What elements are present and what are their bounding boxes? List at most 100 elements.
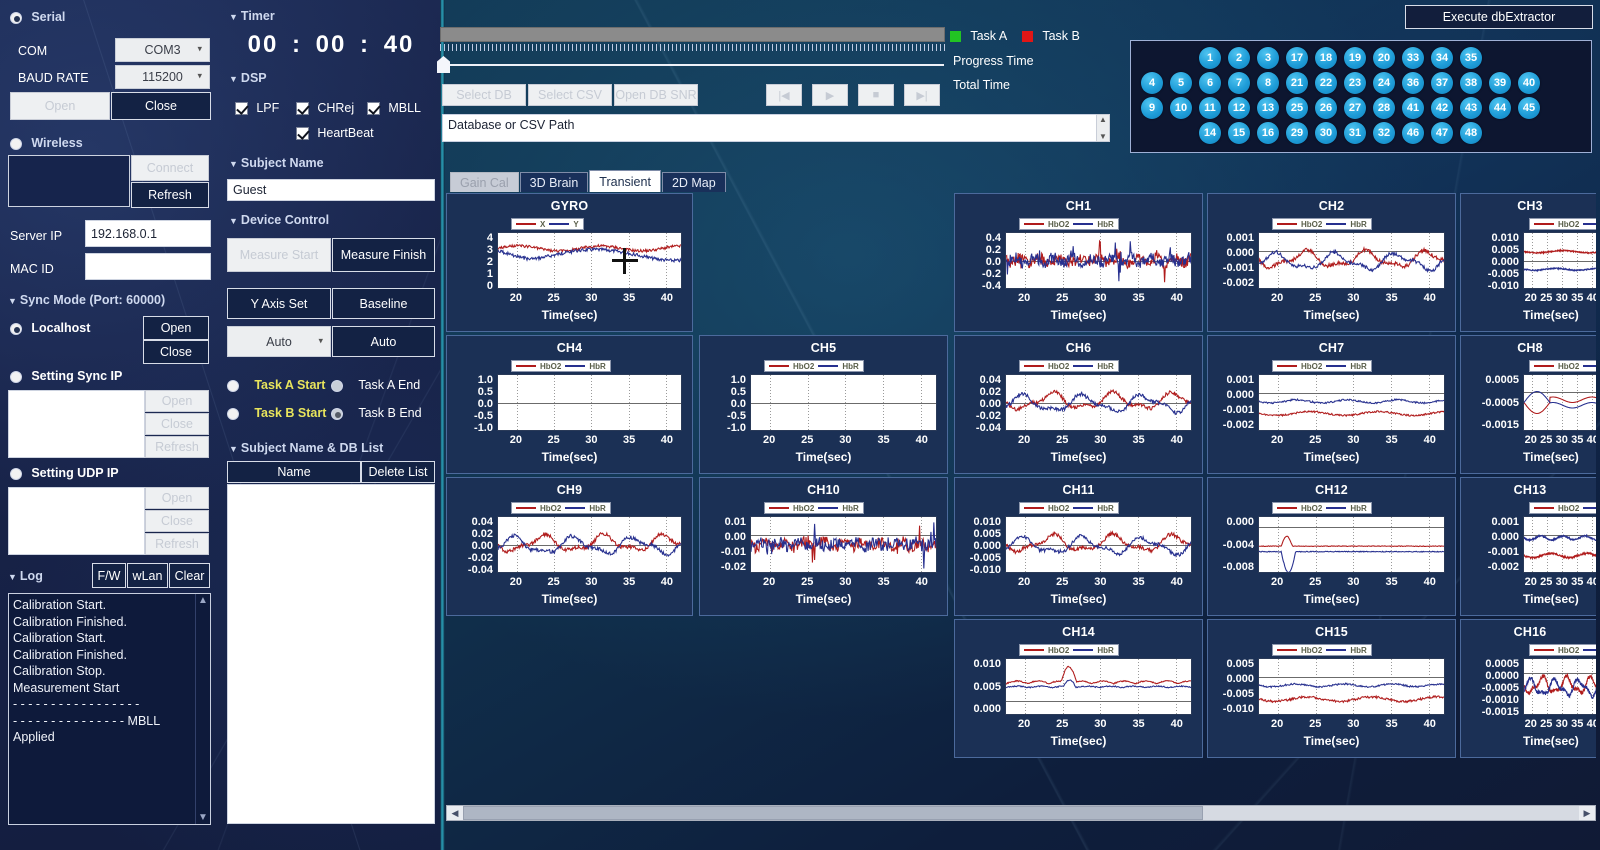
setting-udp-ip-option[interactable]: Setting UDP IP bbox=[10, 466, 119, 480]
heartbeat-checkbox-row[interactable]: HeartBeat bbox=[296, 126, 374, 141]
channel-chip-17[interactable]: 17 bbox=[1286, 47, 1308, 69]
subject-name-input[interactable]: Guest bbox=[227, 179, 435, 201]
transport-stop-button[interactable]: ■ bbox=[858, 84, 894, 106]
channel-chip-46[interactable]: 46 bbox=[1402, 122, 1424, 144]
channel-chip-8[interactable]: 8 bbox=[1257, 72, 1279, 94]
channel-chip-23[interactable]: 23 bbox=[1344, 72, 1366, 94]
select-db-button[interactable]: Select DB bbox=[442, 84, 526, 106]
channel-chip-31[interactable]: 31 bbox=[1344, 122, 1366, 144]
chart-cell-ch1[interactable]: CH1 0.4 0.2 0.0 -0.2 -0.4 HbO2 HbR 20 25 30 35 40 Tim… bbox=[954, 193, 1203, 332]
udp-close-button[interactable]: Close bbox=[145, 510, 209, 532]
measure-finish-button[interactable]: Measure Finish bbox=[332, 238, 435, 272]
heartbeat-checkbox[interactable] bbox=[296, 127, 309, 141]
time-slider-track[interactable] bbox=[441, 64, 944, 66]
scroll-up-icon[interactable]: ▲ bbox=[196, 594, 210, 607]
log-clear-button[interactable]: Clear bbox=[169, 563, 210, 588]
channel-chip-40[interactable]: 40 bbox=[1518, 72, 1540, 94]
transport-play-button[interactable]: ▶ bbox=[812, 84, 848, 106]
channel-chip-34[interactable]: 34 bbox=[1431, 47, 1453, 69]
channel-chip-47[interactable]: 47 bbox=[1431, 122, 1453, 144]
tab-2d-map[interactable]: 2D Map bbox=[661, 172, 726, 192]
db-name-button[interactable]: Name bbox=[227, 461, 361, 483]
chart-cell-ch15[interactable]: CH15 0.005 0.000 -0.005 -0.010 HbO2 HbR 20 25 30 3… bbox=[1207, 619, 1456, 758]
serial-radio[interactable] bbox=[10, 11, 22, 24]
timer-header[interactable]: ▼ Timer bbox=[229, 9, 275, 23]
measure-start-button[interactable]: Measure Start bbox=[227, 238, 331, 272]
udp-open-button[interactable]: Open bbox=[145, 487, 209, 509]
localhost-option[interactable]: Localhost bbox=[10, 321, 90, 335]
channel-chip-12[interactable]: 12 bbox=[1228, 97, 1250, 119]
chart-cell-ch12[interactable]: CH12 0.000 -0.004 -0.008 HbO2 HbR 20 25 30 35 40 Ti… bbox=[1207, 477, 1456, 616]
transport-first-button[interactable]: |◀ bbox=[766, 84, 802, 106]
sync-close-button[interactable]: Close bbox=[145, 413, 209, 435]
task-b-end-option[interactable]: Task B End bbox=[331, 406, 422, 420]
task-a-start-radio[interactable] bbox=[227, 379, 239, 392]
wireless-radio[interactable] bbox=[10, 137, 22, 150]
channel-chip-21[interactable]: 21 bbox=[1286, 72, 1308, 94]
channel-chip-25[interactable]: 25 bbox=[1286, 97, 1308, 119]
task-a-start-option[interactable]: Task A Start bbox=[227, 378, 325, 392]
chart-cell-ch14[interactable]: CH14 0.010 0.005 0.000 HbO2 HbR 20 25 30 35 40 Time… bbox=[954, 619, 1203, 758]
chart-cell-ch16[interactable]: CH16 0.0005 0.0000 -0.0005 -0.0010 -0.0015 HbO… bbox=[1460, 619, 1596, 758]
mac-id-input[interactable] bbox=[85, 253, 211, 280]
channel-chip-13[interactable]: 13 bbox=[1257, 97, 1279, 119]
chart-cell-ch7[interactable]: CH7 0.001 0.000 -0.001 -0.002 HbO2 HbR 20 25 30 35… bbox=[1207, 335, 1456, 474]
channel-chip-43[interactable]: 43 bbox=[1460, 97, 1482, 119]
spin-down-icon[interactable]: ▼ bbox=[1099, 132, 1107, 141]
serial-open-button[interactable]: Open bbox=[10, 92, 110, 120]
channel-chip-2[interactable]: 2 bbox=[1228, 47, 1250, 69]
channel-chip-20[interactable]: 20 bbox=[1373, 47, 1395, 69]
db-delete-list-button[interactable]: Delete List bbox=[361, 461, 435, 483]
chart-cell-ch6[interactable]: CH6 0.04 0.02 0.00 -0.02 -0.04 HbO2 HbR 20 25 30 35… bbox=[954, 335, 1203, 474]
chart-cell-ch2[interactable]: CH2 0.001 0.000 -0.001 -0.002 HbO2 HbR 20 25 30 35… bbox=[1207, 193, 1456, 332]
setting-sync-ip-radio[interactable] bbox=[10, 370, 22, 383]
chart-cell-ch4[interactable]: CH4 1.0 0.5 0.0 -0.5 -1.0 HbO2 HbR 20 25 30 35 40 Tim… bbox=[446, 335, 693, 474]
task-a-end-option[interactable]: Task A End bbox=[331, 378, 420, 392]
localhost-radio[interactable] bbox=[10, 322, 22, 335]
lpf-checkbox-row[interactable]: LPF bbox=[235, 101, 279, 116]
sync-ip-list[interactable] bbox=[8, 390, 145, 458]
wireless-device-list[interactable] bbox=[8, 155, 130, 207]
wireless-refresh-button[interactable]: Refresh bbox=[131, 182, 209, 208]
channel-chip-29[interactable]: 29 bbox=[1286, 122, 1308, 144]
setting-udp-ip-radio[interactable] bbox=[10, 467, 22, 480]
channel-chip-9[interactable]: 9 bbox=[1141, 97, 1163, 119]
y-axis-mode-select[interactable]: Auto ▾ bbox=[227, 326, 331, 357]
channel-chip-3[interactable]: 3 bbox=[1257, 47, 1279, 69]
udp-ip-list[interactable] bbox=[8, 487, 145, 555]
chrej-checkbox[interactable] bbox=[296, 102, 309, 116]
setting-sync-ip-option[interactable]: Setting Sync IP bbox=[10, 369, 122, 383]
channel-chip-28[interactable]: 28 bbox=[1373, 97, 1395, 119]
channel-chip-1[interactable]: 1 bbox=[1199, 47, 1221, 69]
wireless-section-header[interactable]: Wireless bbox=[10, 136, 83, 150]
channel-chip-16[interactable]: 16 bbox=[1257, 122, 1279, 144]
channel-chip-32[interactable]: 32 bbox=[1373, 122, 1395, 144]
chart-cell-ch3[interactable]: CH3 0.0100.0050.000-0.005-0.010 HbO2HbR 202… bbox=[1460, 193, 1596, 332]
channel-chip-41[interactable]: 41 bbox=[1402, 97, 1424, 119]
baud-rate-select[interactable]: 115200 ▾ bbox=[115, 65, 210, 89]
subject-name-header[interactable]: ▼ Subject Name bbox=[229, 156, 324, 170]
localhost-open-button[interactable]: Open bbox=[143, 316, 209, 340]
dsp-header[interactable]: ▼ DSP bbox=[229, 71, 267, 85]
serial-close-button[interactable]: Close bbox=[111, 92, 211, 120]
channel-chip-48[interactable]: 48 bbox=[1460, 122, 1482, 144]
task-a-end-radio[interactable] bbox=[331, 379, 343, 392]
channel-chip-27[interactable]: 27 bbox=[1344, 97, 1366, 119]
db-subject-list[interactable] bbox=[227, 484, 435, 824]
scroll-left-icon[interactable]: ◀ bbox=[447, 806, 463, 820]
log-fw-button[interactable]: F/W bbox=[92, 563, 126, 588]
chart-cell-ch9[interactable]: CH9 0.04 0.02 0.00 -0.02 -0.04 HbO2 HbR 20 25 30 35… bbox=[446, 477, 693, 616]
chart-cell-ch13[interactable]: CH13 0.001 0.000 -0.001 -0.002 HbO2HbR 2025303… bbox=[1460, 477, 1596, 616]
scroll-down-icon[interactable]: ▼ bbox=[196, 811, 210, 824]
channel-chip-45[interactable]: 45 bbox=[1518, 97, 1540, 119]
server-ip-input[interactable]: 192.168.0.1 bbox=[85, 220, 211, 247]
chart-cell-gyro[interactable]: GYRO 4 3 2 1 0 X Y 20 25 30 35 40 Time(sec) bbox=[446, 193, 693, 332]
channel-chip-33[interactable]: 33 bbox=[1402, 47, 1424, 69]
serial-section-header[interactable]: Serial bbox=[10, 10, 65, 24]
mbll-checkbox-row[interactable]: MBLL bbox=[367, 101, 421, 116]
channel-chip-11[interactable]: 11 bbox=[1199, 97, 1221, 119]
chart-horizontal-scrollbar[interactable]: ◀ ▶ bbox=[446, 805, 1596, 821]
log-wlan-button[interactable]: wLan bbox=[127, 563, 168, 588]
channel-chip-14[interactable]: 14 bbox=[1199, 122, 1221, 144]
log-output-list[interactable]: Calibration Start. Calibration Finished. C… bbox=[8, 593, 211, 825]
